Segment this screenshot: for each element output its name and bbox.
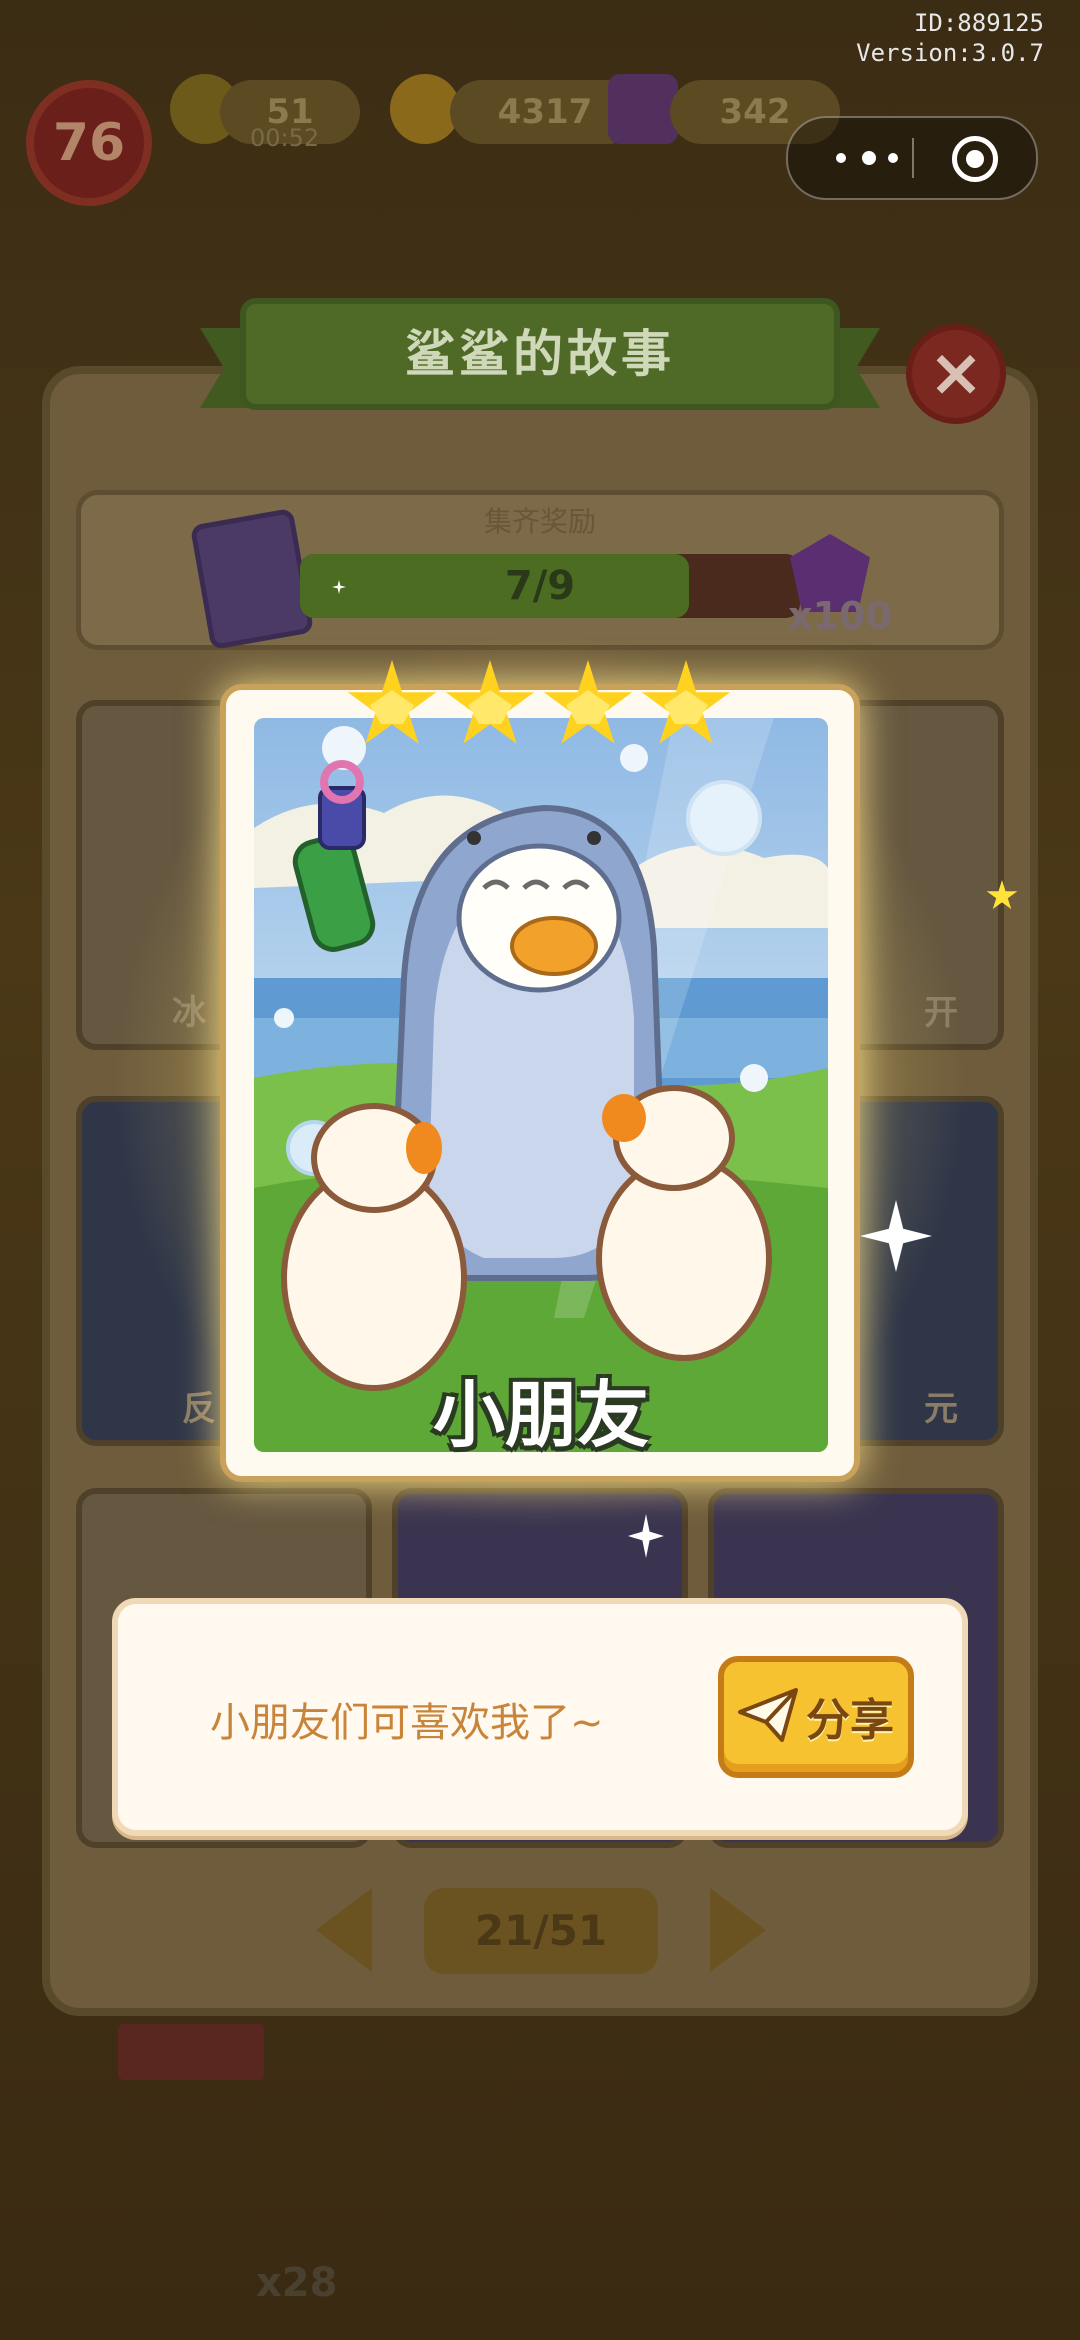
more-menu-button[interactable] bbox=[822, 118, 912, 198]
paper-plane-icon bbox=[738, 1688, 798, 1742]
next-page-button[interactable] bbox=[710, 1888, 766, 1972]
featured-card-name: 小朋友 bbox=[432, 1373, 649, 1457]
more-dot-icon bbox=[862, 151, 876, 165]
version-text: Version:3.0.7 bbox=[856, 39, 1044, 67]
star-icon bbox=[445, 660, 535, 744]
star-icon bbox=[641, 660, 731, 744]
close-button[interactable]: × bbox=[906, 324, 1006, 424]
card-star-rating bbox=[346, 660, 736, 760]
bottom-item-count: x28 bbox=[256, 2260, 338, 2306]
star-icon bbox=[543, 660, 633, 744]
gem-value: 342 bbox=[719, 92, 791, 132]
level-badge: 76 bbox=[26, 80, 152, 206]
capsule-divider bbox=[912, 138, 914, 178]
progress-text: 7/9 bbox=[504, 563, 576, 609]
gem-icon bbox=[608, 74, 678, 144]
coin-value: 4317 bbox=[497, 92, 593, 132]
album-pager: 21/51 bbox=[0, 1888, 1080, 1978]
page-indicator: 21/51 bbox=[424, 1888, 658, 1974]
bottom-ribbon-decoration bbox=[118, 2024, 264, 2080]
mini-program-capsule bbox=[786, 116, 1038, 200]
exit-mini-program-button[interactable] bbox=[952, 136, 998, 182]
star-icon bbox=[347, 660, 437, 744]
user-id-text: ID:889125 bbox=[913, 9, 1044, 37]
reward-amount: x100 bbox=[788, 594, 892, 638]
reward-card-icon bbox=[189, 507, 315, 651]
level-value: 76 bbox=[52, 113, 126, 173]
close-icon: × bbox=[928, 334, 984, 411]
more-dot-icon bbox=[836, 153, 846, 163]
album-title-ribbon: 鲨鲨的故事 bbox=[200, 298, 880, 410]
album-title: 鲨鲨的故事 bbox=[405, 325, 675, 383]
prev-page-button[interactable] bbox=[316, 1888, 372, 1972]
build-info: ID:889125 Version:3.0.7 bbox=[856, 8, 1044, 68]
featured-card-illustration bbox=[254, 718, 828, 1452]
more-dot-icon bbox=[888, 153, 898, 163]
energy-timer: 00:52 bbox=[250, 124, 320, 152]
card-dialog-text: 小朋友们可喜欢我了~ bbox=[210, 1700, 604, 1746]
share-label: 分享 bbox=[806, 1695, 894, 1746]
